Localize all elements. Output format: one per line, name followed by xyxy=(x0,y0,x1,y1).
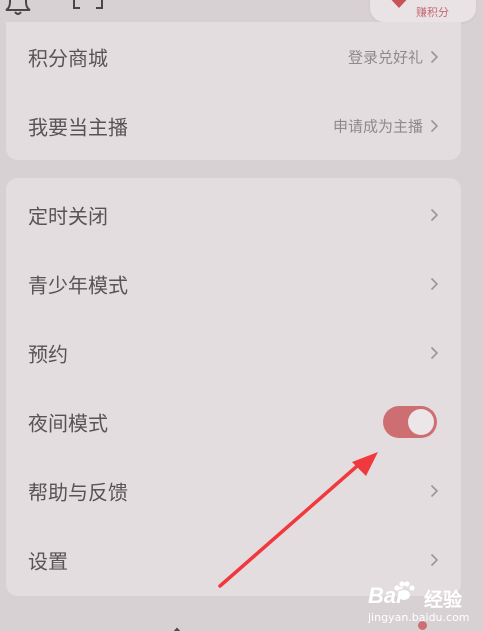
night-mode-toggle[interactable] xyxy=(383,405,437,438)
row-label: 设置 xyxy=(28,549,68,573)
discover-icon[interactable] xyxy=(278,626,304,631)
become-host-row[interactable]: 我要当主播 申请成为主播 xyxy=(6,91,461,160)
earn-points-label: 赚积分 xyxy=(416,6,449,19)
row-label: 帮助与反馈 xyxy=(28,480,128,504)
chevron-right-icon xyxy=(430,553,439,566)
settings-card: 定时关闭 青少年模式 预约 夜间模式 帮助与反馈 设置 xyxy=(6,178,461,596)
row-hint: 登录兑好礼 xyxy=(347,48,423,66)
chevron-right-icon xyxy=(430,119,439,132)
earn-points-button[interactable]: 赚积分 xyxy=(370,0,476,22)
row-label: 青少年模式 xyxy=(28,273,128,297)
watermark-brand-cn: 经验 xyxy=(424,589,463,611)
chevron-right-icon xyxy=(430,50,439,63)
heart-icon xyxy=(391,0,407,8)
row-label: 定时关闭 xyxy=(28,204,108,228)
row-label: 积分商城 xyxy=(28,46,108,70)
chevron-right-icon xyxy=(430,484,439,497)
night-mode-row: 夜间模式 xyxy=(6,387,461,456)
row-label: 我要当主播 xyxy=(28,115,128,139)
row-label: 夜间模式 xyxy=(28,411,108,435)
chevron-right-icon xyxy=(430,208,439,221)
reservation-row[interactable]: 预约 xyxy=(6,318,461,387)
chevron-right-icon xyxy=(430,346,439,359)
toggle-knob xyxy=(408,408,434,435)
home-icon[interactable] xyxy=(164,626,190,631)
help-feedback-row[interactable]: 帮助与反馈 xyxy=(6,456,461,525)
row-label: 预约 xyxy=(28,342,68,366)
scan-icon[interactable] xyxy=(72,0,104,14)
baidu-jingyan-watermark: Bai 经验 jingyan.baidu.com xyxy=(368,575,480,631)
account-card: 积分商城 登录兑好礼 我要当主播 申请成为主播 xyxy=(6,22,461,160)
teen-mode-row[interactable]: 青少年模式 xyxy=(6,249,461,318)
bell-icon[interactable] xyxy=(4,0,32,16)
sleep-timer-row[interactable]: 定时关闭 xyxy=(6,180,461,249)
row-hint: 申请成为主播 xyxy=(332,117,423,135)
paw-icon xyxy=(394,581,415,600)
points-mall-row[interactable]: 积分商城 登录兑好礼 xyxy=(6,22,461,91)
chevron-right-icon xyxy=(430,277,439,290)
watermark-url: jingyan.baidu.com xyxy=(368,611,470,624)
